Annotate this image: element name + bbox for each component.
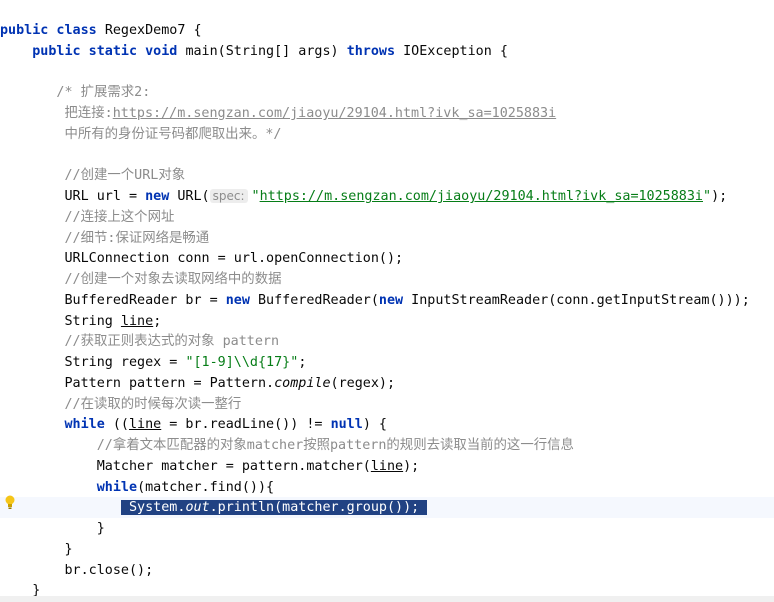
code-line[interactable]: public static void main(String[] args) t… (0, 41, 774, 62)
code-token: while (64, 417, 113, 433)
code-token: Matcher matcher = pattern.matcher( (0, 458, 371, 474)
code-token: new (145, 189, 178, 204)
code-token: https://m.sengzan.com/jiaoyu/29104.html?… (259, 189, 703, 204)
code-line[interactable]: //细节:保证网络是畅通 (0, 228, 774, 249)
code-line[interactable]: String line; (0, 311, 774, 332)
code-token: 中所有的身份证号码都爬取出来。*/ (0, 126, 282, 142)
code-token: new (378, 292, 412, 308)
code-token: = br.readLine()) != (161, 417, 331, 433)
code-line[interactable]: while ((line = br.readLine()) != null) { (0, 414, 774, 435)
code-line[interactable]: System.out.println(matcher.group()); (0, 497, 774, 519)
code-token: while (96, 479, 138, 495)
code-token: ; (298, 355, 307, 370)
code-token: //拿着文本匹配器的对象matcher按照pattern的规则去读取当前的这一行… (0, 438, 574, 453)
code-token: https://m.sengzan.com/jiaoyu/29104.html?… (112, 106, 557, 121)
code-token: ); (403, 458, 420, 474)
editor-bottom-edge (0, 596, 774, 602)
code-line[interactable]: } (0, 518, 774, 539)
code-line[interactable]: public class RegexDemo7 { (0, 20, 774, 41)
code-token: } (0, 541, 73, 557)
code-token: //连接上这个网址 (0, 209, 175, 225)
code-token: null (330, 417, 363, 433)
code-line[interactable]: 中所有的身份证号码都爬取出来。*/ (0, 124, 774, 145)
code-line[interactable]: URLConnection conn = url.openConnection(… (0, 248, 774, 269)
code-token: //获取正则表达式的对象 pattern (0, 334, 280, 350)
code-token: ); (711, 189, 728, 204)
code-token: BufferedReader( (257, 292, 379, 308)
code-token: URL( (177, 189, 210, 204)
code-line[interactable]: Pattern pattern = Pattern.compile(regex)… (0, 373, 774, 394)
code-token: out (185, 500, 210, 516)
parameter-hint: spec: (209, 189, 248, 203)
code-token: RegexDemo7 { (104, 23, 202, 38)
code-token: } (0, 521, 105, 536)
code-token: " (703, 189, 712, 204)
code-line[interactable]: /* 扩展需求2: (0, 82, 774, 103)
code-line[interactable]: //创建一个对象去读取网络中的数据 (0, 269, 774, 290)
code-token: //细节:保证网络是畅通 (0, 230, 210, 246)
code-line[interactable]: //拿着文本匹配器的对象matcher按照pattern的规则去读取当前的这一行… (0, 435, 774, 456)
code-token: //创建一个URL对象 (0, 168, 186, 184)
code-line[interactable] (0, 62, 774, 83)
code-line[interactable]: //在读取的时候每次读一整行 (0, 394, 774, 415)
code-line[interactable]: br.close(); (0, 560, 774, 581)
code-token: IOException { (403, 43, 508, 59)
code-token: compile (274, 375, 331, 391)
code-token: main(String[] args) (185, 43, 347, 59)
code-token: URL url = (0, 189, 146, 204)
code-token: BufferedReader br = (0, 292, 226, 308)
code-token: (matcher.find()){ (137, 479, 275, 495)
code-token: br.close(); (0, 562, 154, 578)
code-line[interactable]: String regex = "[1-9]\\d{17}"; (0, 352, 774, 373)
code-token: InputStreamReader(conn.getInputStream())… (411, 292, 750, 308)
code-token: ; (153, 313, 162, 329)
code-line[interactable]: 把连接:https://m.sengzan.com/jiaoyu/29104.h… (0, 103, 774, 124)
code-token: line (370, 458, 404, 474)
code-token: ) { (362, 417, 387, 433)
code-token: //创建一个对象去读取网络中的数据 (0, 272, 282, 287)
code-token: new (225, 292, 258, 308)
code-token: System. (120, 500, 186, 516)
code-token: line (129, 417, 162, 433)
code-editor[interactable]: public class RegexDemo7 { public static … (0, 0, 774, 602)
code-line[interactable]: //创建一个URL对象 (0, 165, 774, 186)
code-token: URLConnection conn = url.openConnection(… (0, 251, 404, 267)
code-token: 把连接: (0, 106, 113, 121)
code-token: line (120, 313, 154, 329)
code-token: " (251, 189, 260, 204)
code-line[interactable]: } (0, 539, 774, 560)
code-line[interactable]: //连接上这个网址 (0, 207, 774, 228)
code-token: String (0, 313, 121, 329)
code-line[interactable]: //获取正则表达式的对象 pattern (0, 331, 774, 352)
code-line[interactable]: URL url = new URL(spec: "https://m.sengza… (0, 186, 774, 207)
code-line[interactable]: Matcher matcher = pattern.matcher(line); (0, 456, 774, 477)
code-token: public class (0, 23, 105, 38)
code-token: (( (112, 417, 129, 433)
lightbulb-icon[interactable] (4, 494, 16, 510)
code-token: Pattern pattern = Pattern. (0, 375, 275, 391)
code-token: throws (346, 43, 404, 59)
code-token: //在读取的时候每次读一整行 (0, 396, 242, 412)
code-token: /* 扩展需求2: (0, 85, 151, 101)
code-token: (regex); (330, 375, 396, 391)
code-token: String regex = (0, 355, 186, 370)
code-token: public static void (0, 43, 186, 59)
code-token: "[1-9]\\d{17}" (185, 355, 299, 370)
code-line[interactable]: BufferedReader br = new BufferedReader(n… (0, 290, 774, 311)
code-line[interactable] (0, 145, 774, 166)
code-line[interactable]: while(matcher.find()){ (0, 477, 774, 498)
code-token: .println(matcher.group()); (209, 500, 428, 516)
